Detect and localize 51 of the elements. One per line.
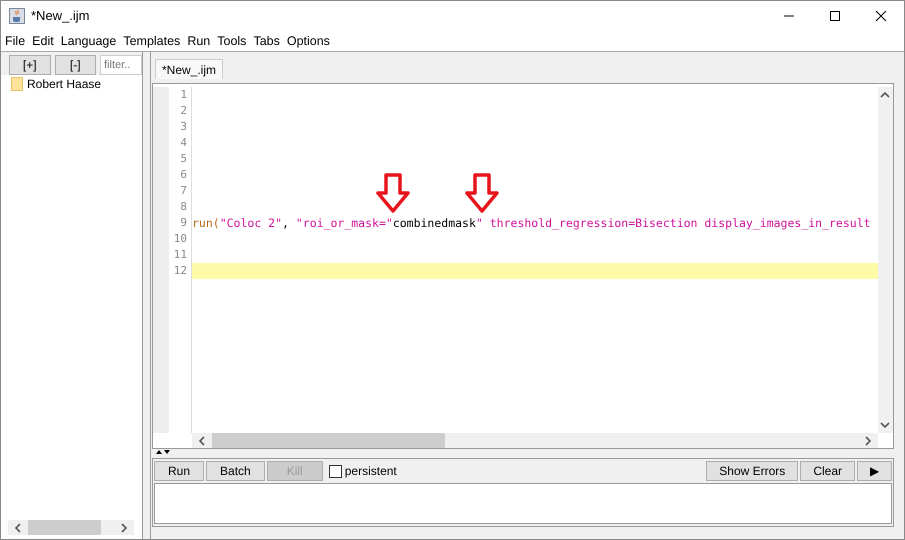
folder-icon	[11, 77, 23, 91]
line-number: 5	[179, 151, 188, 167]
menu-item[interactable]: Run	[187, 34, 210, 48]
line-number: 1	[179, 87, 188, 103]
menu-item[interactable]: Edit	[32, 34, 54, 48]
output-area[interactable]	[154, 483, 892, 524]
line-number: 4	[179, 135, 188, 151]
line-number: 2	[179, 103, 188, 119]
toolbar-button[interactable]: Run	[154, 461, 204, 481]
file-tab[interactable]: *New_.ijm	[155, 59, 224, 79]
menu-item[interactable]: Options	[286, 34, 330, 48]
menu-item[interactable]: Tabs	[253, 34, 280, 48]
line-number: 7	[179, 183, 188, 199]
chevron-right-icon[interactable]	[863, 436, 873, 446]
vertical-scrollbar[interactable]	[878, 87, 893, 433]
toolbar-button[interactable]: Show Errors	[706, 461, 798, 481]
tree-item[interactable]: Robert Haase	[27, 77, 102, 91]
line-number: 12	[172, 263, 188, 279]
line-number: 3	[179, 119, 188, 135]
tree-button[interactable]: [-]	[54, 55, 96, 75]
checkbox-label: persistent	[344, 464, 397, 478]
menu-item[interactable]: Language	[60, 34, 116, 48]
down-arrow-icon	[465, 173, 499, 213]
menu-item[interactable]: Tools	[217, 34, 246, 48]
down-arrow-icon	[376, 173, 410, 213]
chevron-left-icon[interactable]	[197, 436, 207, 446]
code-line: run("Coloc 2", "roi_or_mask="combinedmask" threshold_regression=Bisection display_images_in_result	[192, 216, 871, 230]
toolbar-button[interactable]: Batch	[206, 461, 265, 481]
chevron-up-icon[interactable]	[880, 91, 890, 99]
line-number: 6	[179, 167, 188, 183]
tree-button[interactable]: [+]	[9, 55, 50, 75]
chevron-left-icon[interactable]	[13, 522, 23, 532]
toolbar-button[interactable]: Clear	[800, 461, 855, 481]
line-number: 11	[172, 247, 188, 263]
filter-field[interactable]: filter..	[100, 55, 142, 75]
close-icon[interactable]	[875, 10, 887, 22]
line-number: 9	[179, 215, 188, 231]
checkbox[interactable]	[328, 464, 342, 478]
line-number: 8	[179, 199, 188, 215]
java-cup-icon	[9, 8, 25, 24]
menu-item[interactable]: File	[5, 34, 26, 48]
maximize-icon[interactable]	[829, 10, 841, 22]
window-title: *New_.ijm	[31, 8, 90, 23]
line-number: 10	[172, 231, 188, 247]
menu-item[interactable]: Templates	[123, 34, 180, 48]
chevron-down-icon[interactable]	[880, 421, 890, 429]
horizontal-scrollbar[interactable]	[192, 433, 878, 448]
chevron-right-icon[interactable]	[119, 522, 129, 532]
splitter-arrows-icon[interactable]	[155, 449, 171, 455]
horizontal-scrollbar[interactable]	[8, 520, 134, 535]
toolbar-button[interactable]: ▶	[857, 461, 892, 481]
